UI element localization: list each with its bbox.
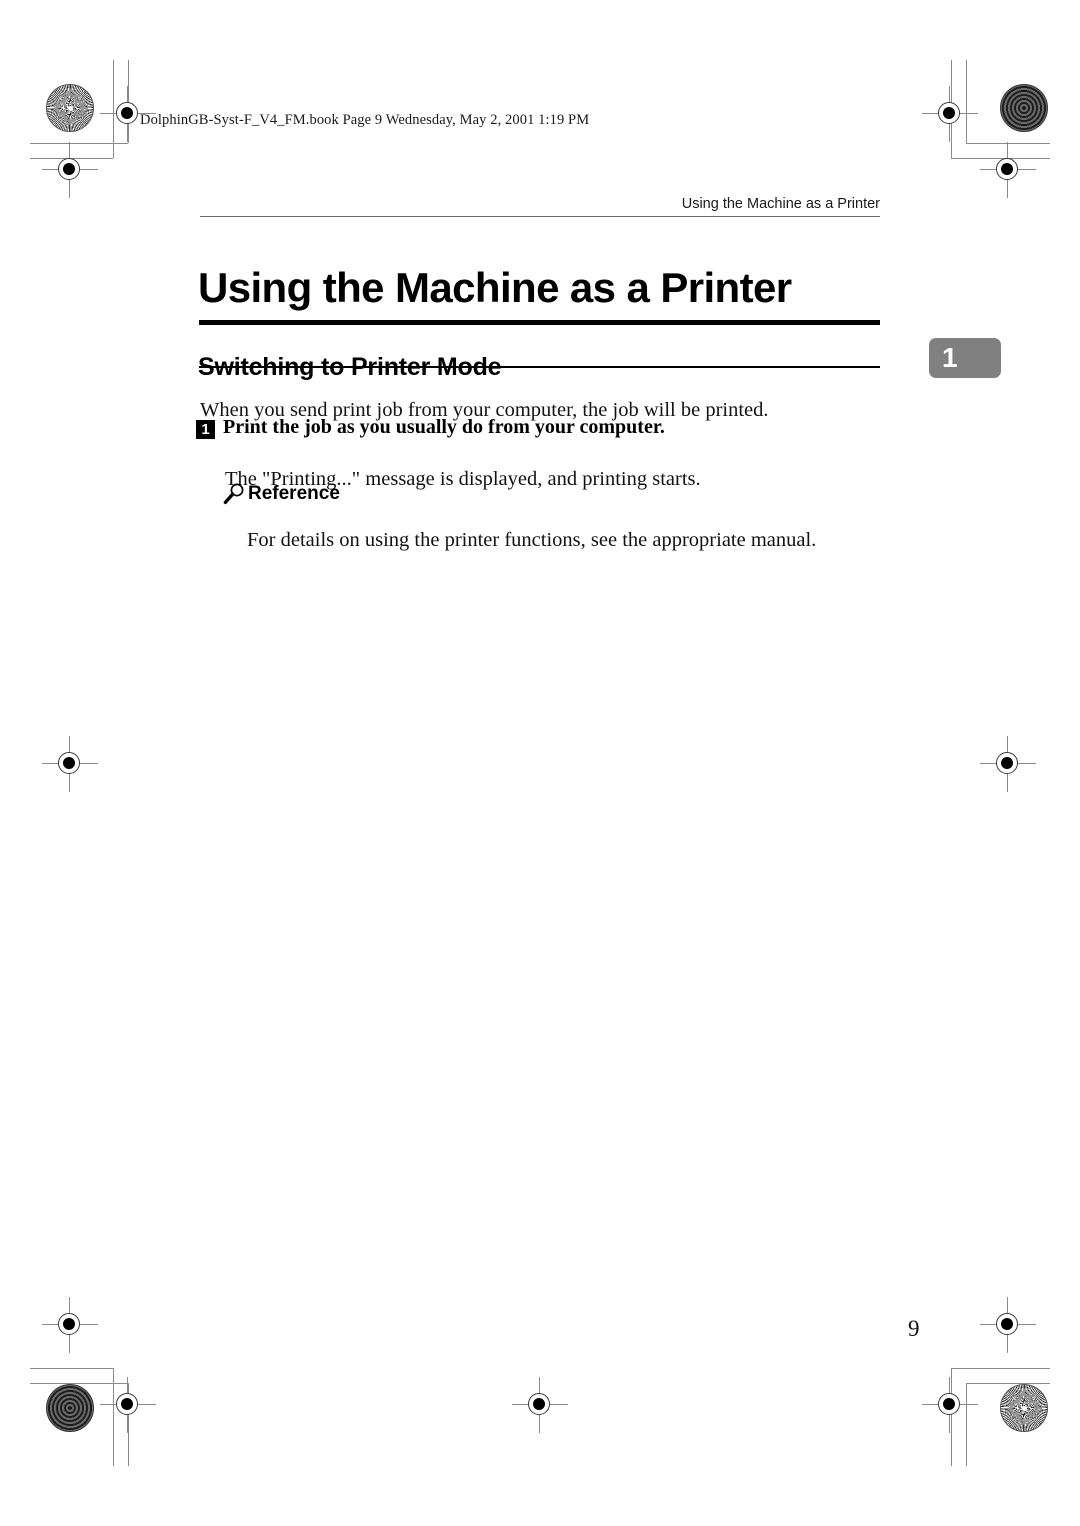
chapter-tab-marker: 1 xyxy=(929,338,1001,378)
crosshair-dot xyxy=(63,163,75,175)
step-number-badge: 1 xyxy=(196,420,215,439)
crop-mark-line xyxy=(966,1383,1050,1384)
registration-crosshair xyxy=(512,1377,568,1433)
section-rule-top xyxy=(199,320,880,325)
registration-crosshair xyxy=(100,1377,156,1433)
crosshair-dot xyxy=(943,107,955,119)
section-rule-bottom xyxy=(199,366,880,368)
registration-crosshair xyxy=(980,1297,1036,1353)
page-number: 9 xyxy=(908,1316,920,1341)
registration-crosshair xyxy=(980,736,1036,792)
chapter-tab-number: 1 xyxy=(942,342,958,373)
crosshair-dot xyxy=(63,757,75,769)
crosshair-dot xyxy=(121,107,133,119)
crop-mark-line xyxy=(951,1368,1050,1369)
registration-target-rings xyxy=(46,1384,94,1432)
registration-crosshair xyxy=(42,142,98,198)
document-page: DolphinGB-Syst-F_V4_FM.book Page 9 Wedne… xyxy=(0,0,1080,1526)
reference-label: Reference xyxy=(248,483,340,504)
procedure-step: 1 Print the job as you usually do from y… xyxy=(196,416,665,439)
crosshair-dot xyxy=(533,1398,545,1410)
running-header: Using the Machine as a Printer xyxy=(681,196,880,212)
crosshair-dot xyxy=(1001,163,1013,175)
step-instruction: Print the job as you usually do from you… xyxy=(223,416,665,438)
registration-crosshair xyxy=(922,1377,978,1433)
registration-crosshair xyxy=(42,736,98,792)
registration-target-burst xyxy=(1000,1384,1048,1432)
page-title: Using the Machine as a Printer xyxy=(198,264,792,312)
reference-callout-header: Reference xyxy=(222,482,340,506)
crosshair-dot xyxy=(1001,757,1013,769)
header-rule xyxy=(200,216,880,217)
crosshair-dot xyxy=(121,1398,133,1410)
crosshair-dot xyxy=(1001,1318,1013,1330)
registration-target-burst xyxy=(46,84,94,132)
crop-mark-line xyxy=(30,1368,113,1369)
crosshair-dot xyxy=(63,1318,75,1330)
registration-crosshair xyxy=(980,142,1036,198)
registration-crosshair xyxy=(922,86,978,142)
magnifier-icon xyxy=(222,482,246,506)
registration-crosshair xyxy=(42,1297,98,1353)
book-file-info-line: DolphinGB-Syst-F_V4_FM.book Page 9 Wedne… xyxy=(140,112,590,128)
crosshair-dot xyxy=(943,1398,955,1410)
reference-text: For details on using the printer functio… xyxy=(247,528,817,551)
registration-target-rings xyxy=(1000,84,1048,132)
